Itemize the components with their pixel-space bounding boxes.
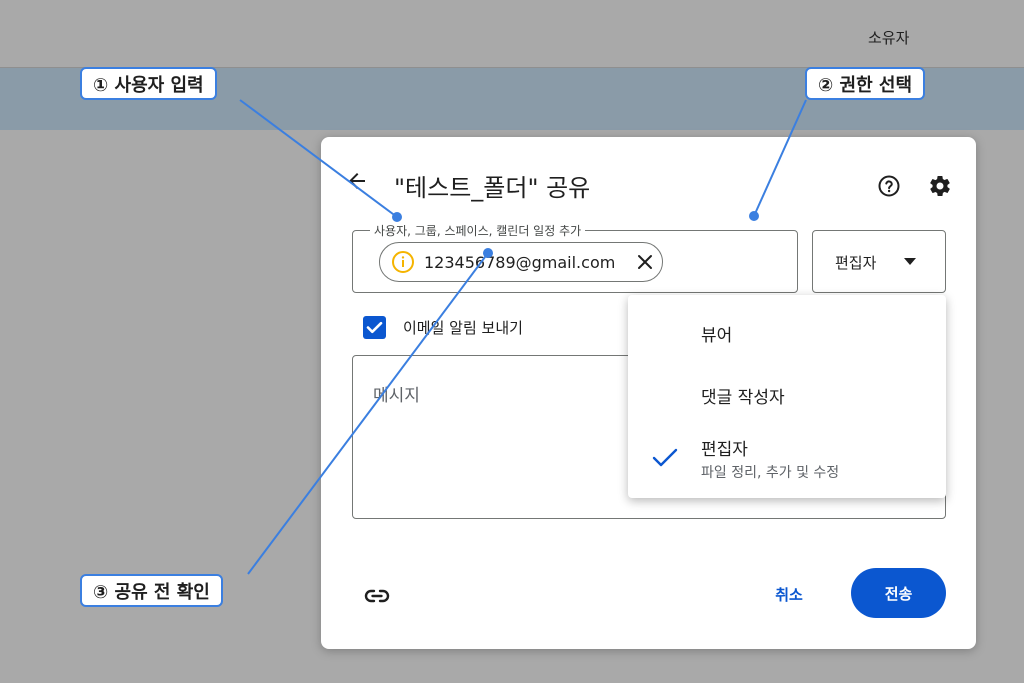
recipient-chip[interactable]: 123456789@gmail.com (379, 242, 663, 282)
callout-user-input: ① 사용자 입력 (80, 67, 217, 100)
callout-select-role: ② 권한 선택 (805, 67, 926, 100)
dialog-title: "테스트_폴더" 공유 (394, 174, 591, 202)
role-select[interactable]: 편집자 (812, 230, 946, 293)
help-circle-icon[interactable] (877, 174, 901, 198)
role-option-viewer[interactable]: 뷰어 (628, 295, 946, 365)
background-header: 소유자 (0, 0, 1024, 68)
arrow-left-icon[interactable] (345, 169, 369, 193)
message-placeholder: 메시지 (373, 386, 420, 406)
role-option-label: 뷰어 (701, 326, 733, 346)
link-icon[interactable] (363, 582, 391, 610)
close-icon[interactable] (636, 253, 654, 271)
warning-info-icon (392, 251, 414, 273)
role-option-label: 댓글 작성자 (701, 388, 785, 408)
notify-checkbox[interactable] (363, 316, 386, 339)
recipient-email: 123456789@gmail.com (424, 252, 616, 272)
role-option-editor[interactable]: 편집자 파일 정리, 추가 및 수정 (628, 425, 946, 498)
callout-review-before-share: ③ 공유 전 확인 (80, 574, 223, 607)
check-icon (652, 448, 678, 467)
add-people-legend: 사용자, 그룹, 스페이스, 캘린더 일정 추가 (370, 222, 586, 239)
cancel-button[interactable]: 취소 (753, 570, 825, 618)
role-select-value: 편집자 (835, 254, 877, 272)
notify-label: 이메일 알림 보내기 (403, 319, 523, 337)
role-option-description: 파일 정리, 추가 및 수정 (701, 465, 840, 481)
send-button[interactable]: 전송 (851, 568, 946, 618)
role-option-commenter[interactable]: 댓글 작성자 (628, 365, 946, 425)
owner-column-label: 소유자 (868, 29, 910, 47)
check-icon (366, 321, 383, 334)
add-people-field[interactable]: 사용자, 그룹, 스페이스, 캘린더 일정 추가 123456789@gmail… (352, 222, 798, 293)
caret-down-icon (904, 258, 916, 265)
role-menu: 뷰어 댓글 작성자 편집자 파일 정리, 추가 및 수정 (628, 295, 946, 498)
gear-icon[interactable] (928, 174, 952, 198)
role-option-label: 편집자 (701, 440, 748, 460)
